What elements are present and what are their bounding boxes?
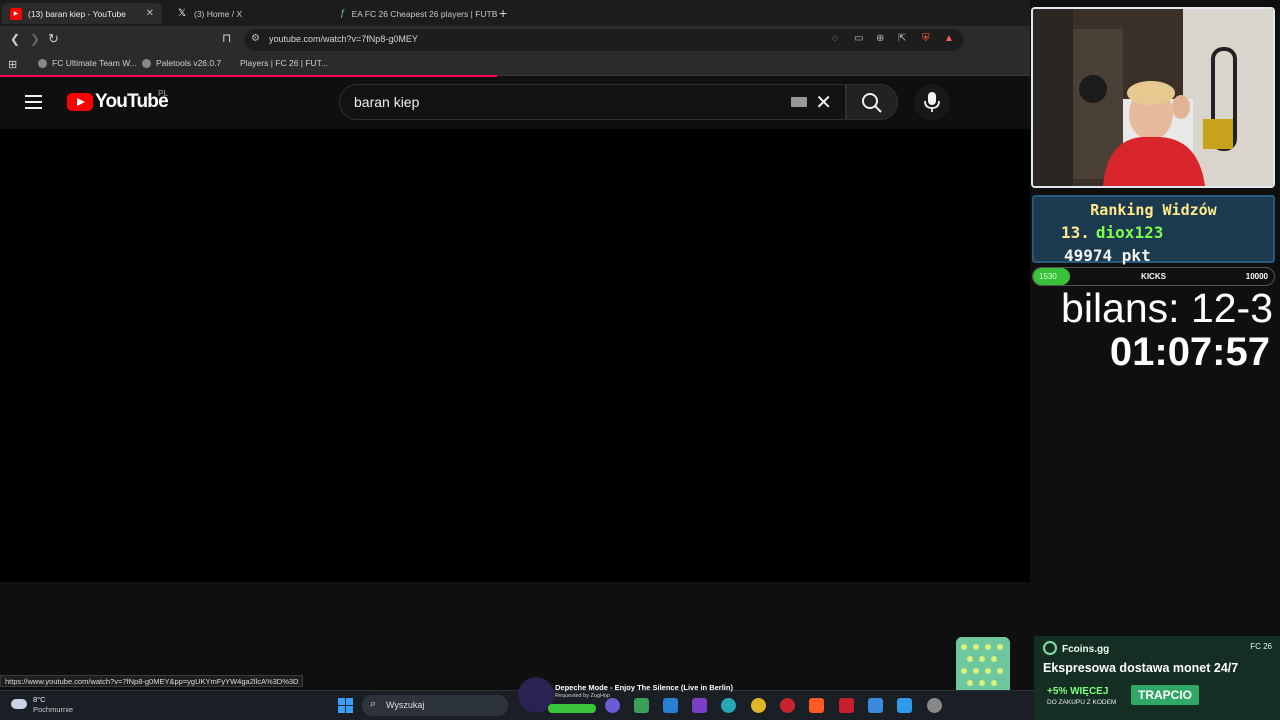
ad-brand: Fcoins.gg [1062, 644, 1110, 655]
reload-icon[interactable]: ↻ [48, 31, 59, 47]
bookmark-item[interactable]: Paletools v26.0.7 [142, 58, 221, 68]
country-code: PL [158, 89, 168, 98]
webcam-image [1033, 9, 1273, 186]
share-icon[interactable]: ⇱ [898, 33, 906, 44]
clear-search-icon[interactable]: ✕ [815, 90, 832, 115]
brave-rewards-icon[interactable]: ▲ [944, 33, 954, 44]
song-title: Depeche Mode - Enjoy The Silence (Live i… [555, 683, 733, 692]
bookmark-item[interactable]: Players | FC 26 | FUT... [226, 58, 328, 68]
x-icon: 𝕏 [177, 8, 187, 19]
search-icon [862, 93, 882, 113]
messenger-icon[interactable] [897, 698, 912, 713]
tab-futbin[interactable]: ƒ EA FC 26 Cheapest 26 players | FUTB [332, 3, 497, 24]
brave-icon[interactable] [809, 698, 824, 713]
stream-timer: 01:07:57 [1109, 330, 1270, 374]
edge-icon[interactable] [721, 698, 736, 713]
youtube-wordmark: YouTube [95, 91, 169, 112]
search-icon: ⌕ [370, 698, 377, 710]
obs-icon[interactable] [692, 698, 707, 713]
tab-label: EA FC 26 Cheapest 26 players | FUTB [351, 8, 498, 19]
ad-bonus-sub: DO ZAKUPU Z KODEM [1047, 699, 1117, 706]
new-tab-button[interactable]: + [499, 5, 507, 21]
fcoins-logo-icon [1043, 641, 1057, 655]
voice-search-button[interactable] [914, 84, 950, 120]
video-player[interactable] [0, 129, 1030, 584]
forward-icon[interactable]: ❯ [30, 32, 40, 46]
weather-temperature[interactable]: 8°C [33, 695, 46, 704]
match-record: bilans: 12-3 [1061, 285, 1273, 331]
site-info-icon[interactable]: ⚙ [251, 33, 260, 44]
ranking-position: 13. [1061, 223, 1090, 242]
link-status-bar: https://www.youtube.com/watch?v=7fNp8-g0… [0, 675, 304, 687]
vscode-icon[interactable] [663, 698, 678, 713]
fcoins-ad-banner: Fcoins.gg FC 26 Ekspresowa dostawa monet… [1034, 636, 1280, 720]
ad-bonus: +5% WIĘCEJ [1047, 686, 1109, 697]
settings-icon[interactable] [927, 698, 942, 713]
ad-game-tag: FC 26 [1250, 642, 1272, 651]
bookmarks-bar: ⊞ FC Ultimate Team W... Paletools v26.0.… [0, 54, 1030, 76]
futbin-icon [226, 59, 235, 68]
cast-icon[interactable]: ▭ [854, 33, 863, 44]
browser-toolbar: ❮ ❯ ↻ ⊓ ⚙ youtube.com/watch?v=7fNp8-g0ME… [0, 26, 1030, 54]
keyboard-icon[interactable] [791, 97, 807, 107]
kicks-goal: 10000 [1245, 272, 1268, 281]
ranking-points: 49974 pkt [1064, 246, 1151, 265]
ranking-entry: 13. diox123 [1061, 223, 1163, 242]
globe-icon [38, 58, 47, 68]
windows-taskbar: 8°C Pochmurnie ⌕ Wyszukaj [0, 690, 1034, 720]
apps-grid-icon[interactable]: ⊞ [8, 58, 17, 71]
opera-icon[interactable] [780, 698, 795, 713]
kicks-label: KICKS [1141, 272, 1166, 281]
brave-shield-icon[interactable]: ⛨ [922, 33, 930, 44]
tab-label: (3) Home / X [194, 8, 243, 19]
back-icon[interactable]: ❮ [10, 32, 20, 46]
discord-icon[interactable] [605, 698, 620, 713]
bookmark-label: Paletools v26.0.7 [156, 58, 222, 68]
youtube-page: YouTube PL baran kiep ✕ [0, 77, 1030, 584]
chrome-icon[interactable] [751, 698, 766, 713]
search-button[interactable] [846, 84, 898, 120]
url-text[interactable]: youtube.com/watch?v=7fNp8-g0MEY [269, 34, 418, 44]
bookmark-item[interactable]: FC Ultimate Team W... [38, 58, 137, 68]
youtube-play-icon [67, 93, 93, 111]
ranking-title: Ranking Widzów [1090, 201, 1217, 219]
youtube-logo[interactable]: YouTube [67, 91, 169, 113]
webcam-feed [1031, 7, 1275, 188]
vivaldi-icon[interactable] [839, 698, 854, 713]
taskbar-search[interactable]: ⌕ Wyszukaj [362, 695, 508, 716]
song-requester: Requested by ZugHop [555, 693, 611, 699]
bookmark-label: FC Ultimate Team W... [52, 58, 137, 68]
song-progress-bar [548, 704, 596, 713]
mute-icon[interactable]: ◌ [832, 33, 838, 44]
bookmark-label: Players | FC 26 | FUT... [240, 58, 329, 68]
youtube-icon: ▶ [10, 7, 22, 20]
ad-promo-code: TRAPCIO [1131, 685, 1199, 705]
photos-icon[interactable] [868, 698, 883, 713]
search-input[interactable]: baran kiep [354, 94, 419, 110]
microphone-icon [924, 92, 940, 112]
weather-description[interactable]: Pochmurnie [33, 705, 73, 714]
zoom-icon[interactable]: ⊕ [876, 33, 884, 44]
ranking-name: diox123 [1095, 223, 1164, 242]
browser-tab-bar: ▶ (13) baran kiep - YouTube ✕ 𝕏 (3) Home… [0, 0, 1030, 26]
search-box[interactable]: baran kiep ✕ [339, 84, 846, 120]
viewer-ranking-panel: Ranking Widzów 13. diox123 49974 pkt [1032, 195, 1275, 265]
tab-x-home[interactable]: 𝕏 (3) Home / X [168, 3, 328, 24]
xbox-icon[interactable] [634, 698, 649, 713]
youtube-header: YouTube PL baran kiep ✕ [0, 77, 1030, 129]
taskbar-search-placeholder: Wyszukaj [386, 700, 425, 710]
address-bar[interactable]: ⚙ youtube.com/watch?v=7fNp8-g0MEY ◌ ▭ ⊕ … [244, 29, 964, 51]
kicks-progress-bar: 1530 KICKS 10000 [1032, 267, 1275, 286]
bookmark-icon[interactable]: ⊓ [222, 31, 231, 45]
futbin-icon: ƒ [340, 8, 346, 19]
close-tab-icon[interactable]: ✕ [146, 8, 154, 19]
globe-icon [142, 58, 151, 68]
tab-youtube[interactable]: ▶ (13) baran kiep - YouTube ✕ [2, 3, 162, 24]
cloud-icon [11, 699, 27, 709]
tab-label: (13) baran kiep - YouTube [28, 8, 126, 19]
hamburger-menu-icon[interactable] [25, 95, 42, 109]
windows-start-icon[interactable] [338, 698, 353, 713]
ad-headline: Ekspresowa dostawa monet 24/7 [1043, 661, 1239, 675]
